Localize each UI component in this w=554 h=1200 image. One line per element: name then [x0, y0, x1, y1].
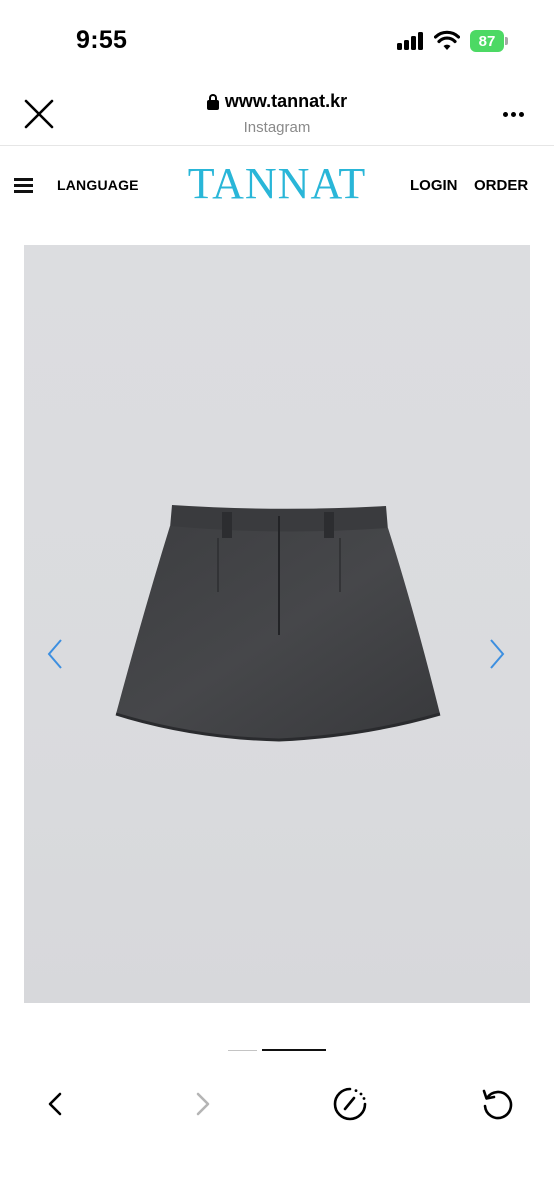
url-text: www.tannat.kr: [224, 91, 348, 111]
hamburger-icon[interactable]: [14, 178, 33, 193]
browser-toolbar: [0, 1070, 554, 1140]
chevron-left-icon[interactable]: [46, 638, 64, 670]
skirt-image: [115, 505, 441, 742]
source-label: Instagram: [243, 118, 311, 136]
login-link[interactable]: LOGIN: [410, 177, 458, 194]
wifi-icon: [434, 30, 460, 50]
battery-level: 87: [470, 30, 504, 52]
back-icon[interactable]: [36, 1084, 76, 1124]
chevron-right-icon[interactable]: [488, 638, 506, 670]
signal-icon: [397, 32, 425, 50]
language-link[interactable]: LANGUAGE: [57, 177, 139, 193]
battery-icon: 87: [470, 30, 508, 52]
order-link[interactable]: ORDER: [474, 177, 528, 194]
pager-indicator-2[interactable]: [262, 1049, 326, 1051]
pager-indicator-1[interactable]: [228, 1050, 257, 1051]
speed-icon[interactable]: [330, 1084, 370, 1124]
status-time: 9:55: [76, 26, 128, 54]
forward-icon[interactable]: [184, 1084, 224, 1124]
address-bar[interactable]: www.tannat.kr Instagram: [0, 91, 554, 136]
browser-header: www.tannat.kr Instagram: [0, 84, 554, 146]
site-nav: LANGUAGE TANNAT LOGIN ORDER: [0, 146, 554, 226]
lock-icon: [206, 93, 219, 110]
reload-icon[interactable]: [478, 1084, 518, 1124]
product-image[interactable]: [24, 245, 530, 1003]
slide-pager: [228, 1049, 326, 1052]
site-logo[interactable]: TANNAT: [186, 162, 368, 206]
status-bar: 9:55 87: [0, 0, 554, 84]
more-icon[interactable]: [501, 110, 527, 118]
